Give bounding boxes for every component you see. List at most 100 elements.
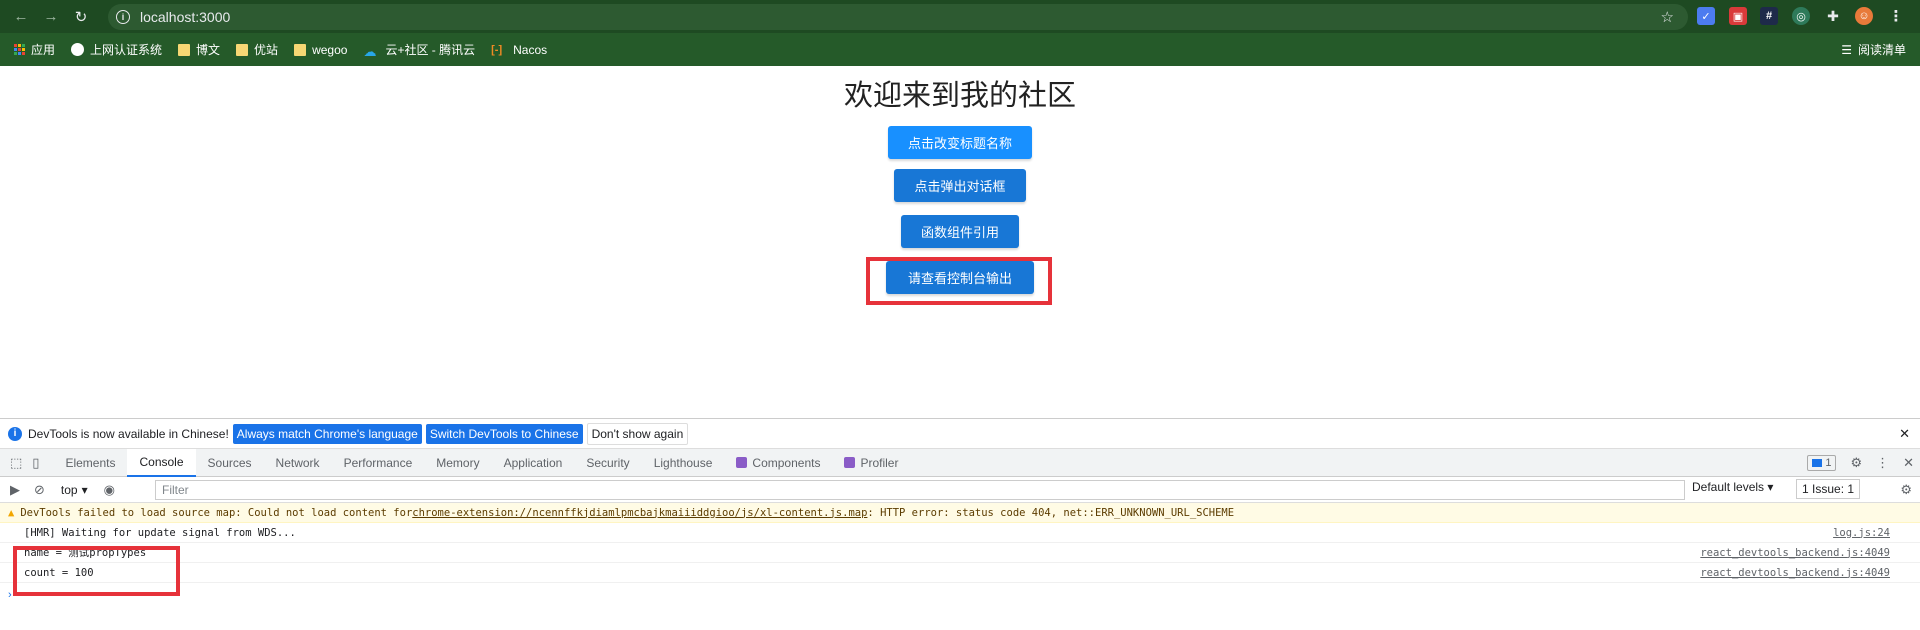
console-settings-gear-icon[interactable]: ⚙ — [1900, 482, 1912, 498]
bookmark-label: 博文 — [196, 43, 221, 57]
close-devtools-icon[interactable]: ✕ — [1903, 455, 1914, 471]
page-viewport: 欢迎来到我的社区 点击改变标题名称 点击弹出对话框 函数组件引用 请查看控制台输… — [0, 66, 1920, 418]
settings-gear-icon[interactable]: ⚙ — [1850, 455, 1862, 471]
bookmark-tencent-cloud[interactable]: ☁ 云+社区 - 腾讯云 — [363, 41, 475, 59]
inspect-element-icon[interactable]: ⬚ — [10, 455, 22, 471]
browser-toolbar: ← → ↻ i localhost:3000 ☆ ✓ ▣ # ◎ ✚ ☺ ⋮ — [0, 0, 1920, 33]
bookmark-label: wegoo — [312, 42, 348, 57]
context-selector[interactable]: top ▾ — [61, 483, 88, 497]
console-log-row: count = 100 react_devtools_backend.js:40… — [0, 563, 1920, 583]
dont-show-again-button[interactable]: Don't show again — [586, 422, 689, 445]
messages-count: 1 — [1825, 457, 1832, 469]
tab-components[interactable]: Components — [724, 449, 832, 477]
folder-icon — [178, 43, 191, 56]
issues-button[interactable]: 1 Issue: 1 — [1796, 479, 1861, 499]
bookmark-label: 上网认证系统 — [90, 43, 163, 57]
bookmark-nacos[interactable]: [-] Nacos — [491, 43, 547, 57]
bookmark-auth-system[interactable]: 上网认证系统 — [71, 41, 162, 58]
tencent-cloud-icon: ☁ — [363, 43, 377, 59]
infobar-message: DevTools is now available in Chinese! — [28, 426, 229, 441]
tab-elements[interactable]: Elements — [53, 449, 127, 477]
bookmark-folder-wegoo[interactable]: wegoo — [294, 43, 347, 57]
log-levels-dropdown[interactable]: Default levels ▾ — [1692, 480, 1773, 494]
bookmark-folder-youzhan[interactable]: 优站 — [236, 41, 278, 58]
tab-memory[interactable]: Memory — [424, 449, 491, 477]
bookmarks-bar: 应用 上网认证系统 博文 优站 wegoo ☁ 云+社区 - 腾讯云 [-] N… — [0, 33, 1920, 66]
warning-prefix: DevTools failed to load source map: Coul… — [20, 506, 413, 519]
tab-lighthouse[interactable]: Lighthouse — [642, 449, 725, 477]
tab-application[interactable]: Application — [492, 449, 575, 477]
device-toolbar-icon[interactable]: ▯ — [32, 455, 39, 471]
site-info-icon[interactable]: i — [116, 10, 130, 24]
apps-grid-icon — [14, 44, 25, 55]
issues-label: 1 Issue: — [1802, 482, 1845, 496]
console-log-row: [HMR] Waiting for update signal from WDS… — [0, 523, 1920, 543]
console-toolbar: ▶ ⊘ top ▾ ◉ Filter Default levels ▾ 1 Iss… — [0, 477, 1920, 503]
function-component-button[interactable]: 函数组件引用 — [901, 215, 1019, 248]
reading-list-label: 阅读清单 — [1857, 43, 1906, 57]
extension-icon-3[interactable]: # — [1760, 7, 1778, 25]
warning-icon: ▲ — [8, 506, 15, 519]
profile-avatar[interactable]: ☺ — [1855, 7, 1873, 25]
nacos-icon: [-] — [491, 43, 503, 56]
bookmark-apps[interactable]: 应用 — [14, 41, 55, 58]
folder-icon — [236, 43, 249, 56]
react-profiler-icon — [844, 457, 856, 468]
extension-icon-4[interactable]: ◎ — [1792, 7, 1810, 25]
warning-link[interactable]: chrome-extension://ncennffkjdiamlpmcbajk… — [412, 507, 867, 519]
page-title: 欢迎来到我的社区 — [843, 78, 1076, 112]
reading-list-icon: ☰ — [1841, 42, 1852, 57]
reload-icon[interactable]: ↻ — [70, 6, 92, 28]
bookmark-label: Nacos — [513, 42, 548, 57]
live-expression-eye-icon[interactable]: ◉ — [104, 482, 115, 498]
bookmark-folder-blog[interactable]: 博文 — [178, 41, 220, 58]
extension-icon-1[interactable]: ✓ — [1697, 7, 1715, 25]
tab-label: Components — [752, 455, 821, 470]
dropdown-arrow-icon: ▾ — [81, 482, 88, 497]
warning-suffix: : HTTP error: status code 404, net::ERR_… — [867, 506, 1235, 519]
close-icon[interactable]: ✕ — [1899, 426, 1910, 442]
console-prompt[interactable]: › — [8, 589, 12, 601]
bookmark-label: 优站 — [254, 43, 279, 57]
change-title-button[interactable]: 点击改变标题名称 — [888, 126, 1032, 159]
tab-sources[interactable]: Sources — [196, 449, 264, 477]
sidebar-toggle-icon[interactable]: ▶ — [10, 482, 20, 498]
back-icon[interactable]: ← — [10, 6, 32, 28]
devtools-language-infobar: i DevTools is now available in Chinese! … — [0, 419, 1920, 449]
annotation-highlight-box — [13, 546, 180, 596]
bookmark-star-icon[interactable]: ☆ — [1661, 8, 1674, 26]
log-source-link[interactable]: react_devtools_backend.js:4049 — [1700, 567, 1890, 579]
menu-kebab-icon[interactable]: ⋮ — [1887, 7, 1905, 25]
open-dialog-button[interactable]: 点击弹出对话框 — [894, 169, 1026, 202]
forward-icon[interactable]: → — [40, 6, 62, 28]
tab-console[interactable]: Console — [127, 448, 196, 477]
tab-label: Profiler — [860, 455, 899, 470]
react-components-icon — [736, 457, 748, 468]
console-filter-input[interactable]: Filter — [155, 480, 1685, 500]
console-warning-row: ▲ DevTools failed to load source map: Co… — [0, 503, 1920, 523]
context-value: top — [60, 482, 78, 497]
devtools-panel: i DevTools is now available in Chinese! … — [0, 418, 1920, 630]
devtools-right-actions: 1 ⚙ ⋮ ✕ — [1807, 449, 1914, 477]
clear-console-icon[interactable]: ⊘ — [34, 482, 45, 498]
tab-network[interactable]: Network — [264, 449, 332, 477]
folder-icon — [294, 43, 307, 56]
messages-badge[interactable]: 1 — [1807, 455, 1837, 471]
console-log-row: name = 测试propTypes react_devtools_backen… — [0, 543, 1920, 563]
extensions-puzzle-icon[interactable]: ✚ — [1824, 7, 1842, 25]
message-icon — [1812, 459, 1823, 467]
reading-list[interactable]: ☰ 阅读清单 — [1841, 33, 1906, 66]
address-bar[interactable]: i localhost:3000 ☆ — [108, 4, 1688, 30]
tab-profiler[interactable]: Profiler — [832, 449, 910, 477]
extension-icon-2[interactable]: ▣ — [1729, 7, 1747, 25]
log-source-link[interactable]: log.js:24 — [1833, 527, 1890, 539]
log-source-link[interactable]: react_devtools_backend.js:4049 — [1700, 547, 1890, 559]
tab-security[interactable]: Security — [574, 449, 641, 477]
tab-performance[interactable]: Performance — [332, 449, 425, 477]
more-options-icon[interactable]: ⋮ — [1876, 455, 1889, 471]
levels-label: Default levels — [1692, 480, 1765, 494]
match-language-button[interactable]: Always match Chrome's language — [232, 423, 422, 444]
switch-chinese-button[interactable]: Switch DevTools to Chinese — [425, 423, 583, 444]
url-text: localhost:3000 — [140, 9, 231, 25]
bookmark-label: 应用 — [31, 43, 56, 57]
